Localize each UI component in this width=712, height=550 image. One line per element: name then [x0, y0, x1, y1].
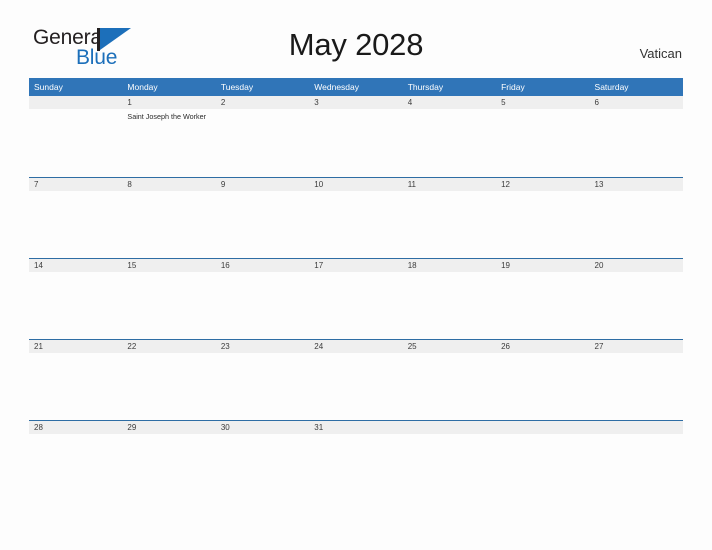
day-cell-empty: [122, 434, 215, 502]
date-number[interactable]: 11: [403, 178, 496, 191]
week-date-band: 14 15 16 17 18 19 20: [29, 258, 683, 272]
calendar-week-row: 14 15 16 17 18 19 20: [29, 258, 683, 339]
day-cell-empty: [122, 272, 215, 340]
date-number[interactable]: 20: [590, 259, 683, 272]
day-cell-empty: [122, 191, 215, 259]
day-cell-empty: [309, 272, 402, 340]
calendar-weeks: 1 2 3 4 5 6 Saint Joseph the Worker 7 8 9 10 11 12 13…: [29, 96, 683, 501]
day-cell-empty: [403, 109, 496, 177]
day-cell-empty: [309, 434, 402, 502]
date-number[interactable]: 28: [29, 421, 122, 434]
date-number[interactable]: 27: [590, 340, 683, 353]
date-number[interactable]: 8: [122, 178, 215, 191]
week-date-band: 123456: [29, 96, 683, 109]
date-number[interactable]: 2: [216, 96, 309, 109]
date-number[interactable]: 5: [496, 96, 589, 109]
date-number[interactable]: 7: [29, 178, 122, 191]
date-number[interactable]: 17: [309, 259, 402, 272]
day-cell-empty: [216, 434, 309, 502]
day-cell-empty: [590, 434, 683, 502]
day-cell-empty: [216, 109, 309, 177]
day-cell-empty: [590, 191, 683, 259]
date-number[interactable]: 30: [216, 421, 309, 434]
date-empty: [403, 421, 496, 434]
day-cell-empty: [496, 434, 589, 502]
day-header-saturday: Saturday: [594, 82, 629, 92]
day-header-wednesday: Wednesday: [314, 82, 359, 92]
date-number[interactable]: 31: [309, 421, 402, 434]
day-cell-empty: [403, 353, 496, 421]
calendar-week-row: 1 2 3 4 5 6 Saint Joseph the Worker: [29, 96, 683, 177]
date-number[interactable]: 10: [309, 178, 402, 191]
day-cell-empty: [309, 353, 402, 421]
day-header-sunday: Sunday: [34, 82, 63, 92]
day-cell-with-events[interactable]: Saint Joseph the Worker: [122, 109, 215, 177]
date-number[interactable]: 1: [122, 96, 215, 109]
date-number[interactable]: 19: [496, 259, 589, 272]
date-empty: [29, 96, 122, 109]
day-cell-empty: [216, 272, 309, 340]
calendar-week-row: 7 8 9 10 11 12 13: [29, 177, 683, 258]
day-cell-empty: [216, 191, 309, 259]
week-event-band: [29, 191, 683, 259]
day-cell-empty: [216, 353, 309, 421]
day-cell-empty: [496, 109, 589, 177]
date-number[interactable]: 21: [29, 340, 122, 353]
day-cell-empty: [29, 191, 122, 259]
day-cell-empty: [29, 109, 122, 177]
day-cell-empty: [29, 272, 122, 340]
week-event-band: [29, 434, 683, 502]
day-header-monday: Monday: [127, 82, 158, 92]
page-title: May 2028: [288, 27, 424, 62]
calendar-week-row: 21 22 23 24 25 26 27: [29, 339, 683, 420]
day-cell-empty: [309, 109, 402, 177]
date-number[interactable]: 13: [590, 178, 683, 191]
day-header-friday: Friday: [501, 82, 525, 92]
day-cell-empty: [496, 272, 589, 340]
week-event-band: [29, 272, 683, 340]
day-cell-empty: [122, 353, 215, 421]
week-event-band: Saint Joseph the Worker: [29, 109, 683, 177]
date-number[interactable]: 14: [29, 259, 122, 272]
date-number[interactable]: 26: [496, 340, 589, 353]
day-cell-empty: [496, 191, 589, 259]
date-number[interactable]: 15: [122, 259, 215, 272]
date-number[interactable]: 6: [590, 96, 683, 109]
date-number[interactable]: 4: [403, 96, 496, 109]
day-cell-empty: [496, 353, 589, 421]
day-cell-empty: [590, 109, 683, 177]
date-number[interactable]: 3: [309, 96, 402, 109]
event-label: Saint Joseph the Worker: [127, 112, 206, 121]
day-cell-empty: [309, 191, 402, 259]
date-number[interactable]: 12: [496, 178, 589, 191]
date-number[interactable]: 29: [122, 421, 215, 434]
day-cell-empty: [29, 434, 122, 502]
week-event-band: [29, 353, 683, 421]
date-number[interactable]: 24: [309, 340, 402, 353]
day-header-thursday: Thursday: [407, 82, 444, 92]
date-number[interactable]: 22: [122, 340, 215, 353]
calendar-week-row: 28 29 30 31: [29, 420, 683, 501]
calendar-grid: Sunday Monday Tuesday Wednesday Thursday Frid…: [29, 78, 683, 501]
week-date-band: 21 22 23 24 25 26 27: [29, 339, 683, 353]
day-cell-empty: [403, 272, 496, 340]
page-header: General Blue May 2028 Vatican: [0, 0, 712, 68]
date-number[interactable]: 18: [403, 259, 496, 272]
date-number[interactable]: 25: [403, 340, 496, 353]
date-number[interactable]: 9: [216, 178, 309, 191]
week-date-band: 7 8 9 10 11 12 13: [29, 177, 683, 191]
day-of-week-header-row: Sunday Monday Tuesday Wednesday Thursday Frid…: [29, 78, 683, 96]
date-empty: [590, 421, 683, 434]
day-cell-empty: [590, 272, 683, 340]
week-date-band: 28 29 30 31: [29, 420, 683, 434]
date-number[interactable]: 16: [216, 259, 309, 272]
day-cell-empty: [590, 353, 683, 421]
date-empty: [496, 421, 589, 434]
day-cell-empty: [403, 434, 496, 502]
region-label: Vatican: [639, 46, 682, 61]
day-cell-empty: [403, 191, 496, 259]
date-number[interactable]: 23: [216, 340, 309, 353]
day-cell-empty: [29, 353, 122, 421]
day-header-tuesday: Tuesday: [220, 82, 254, 92]
